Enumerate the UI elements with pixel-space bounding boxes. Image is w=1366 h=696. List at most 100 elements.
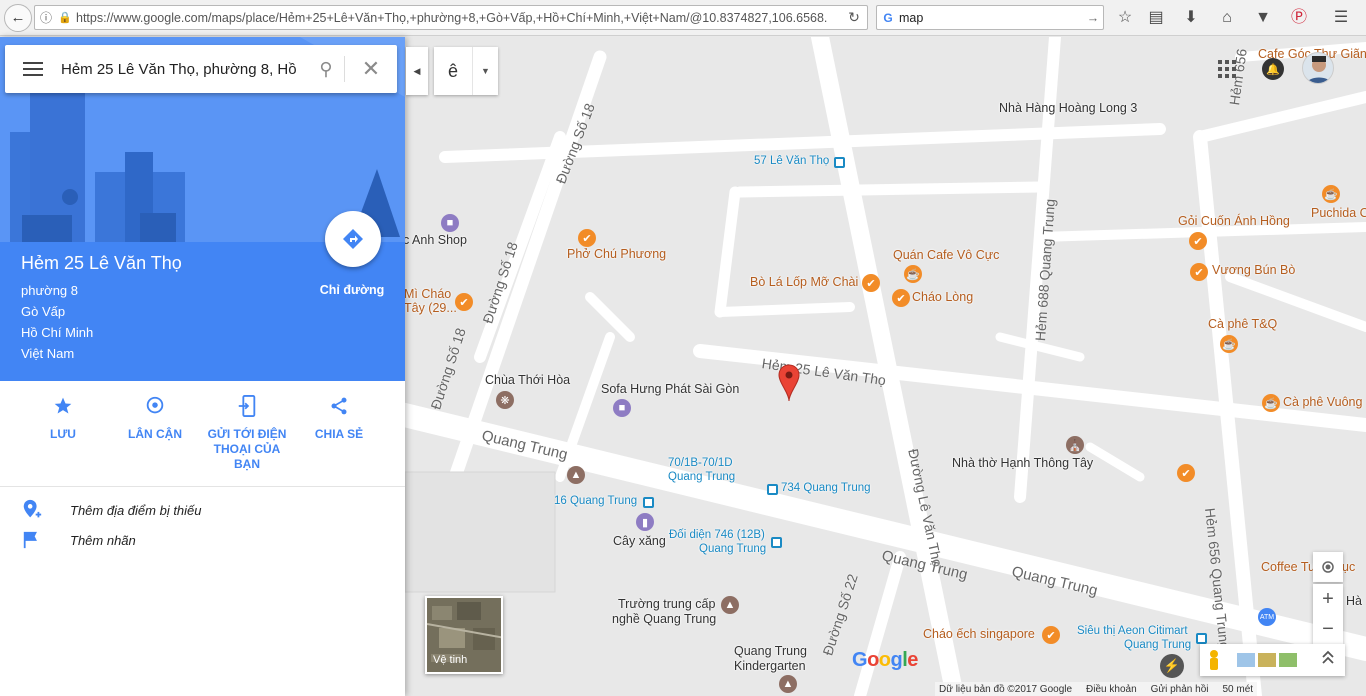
hamburger-menu-icon[interactable] bbox=[5, 45, 61, 93]
poi-label[interactable]: Kindergarten bbox=[734, 659, 806, 673]
add-label-row[interactable]: Thêm nhãn bbox=[0, 525, 405, 555]
terms-link[interactable]: Điều khoản bbox=[1086, 684, 1137, 695]
bus-stop-icon[interactable] bbox=[767, 484, 778, 495]
url-bar[interactable]: ⓘ 🔒 https://www.google.com/maps/place/Hẻ… bbox=[34, 5, 868, 30]
poi-label[interactable]: Phở Chú Phương bbox=[567, 247, 666, 261]
cafe-icon[interactable]: ☕ bbox=[1262, 394, 1280, 412]
poi-label[interactable]: Nhà thờ Hạnh Thông Tây bbox=[952, 456, 1093, 470]
poi-label[interactable]: c Anh Shop bbox=[403, 233, 467, 247]
poi-label[interactable]: Chùa Thới Hòa bbox=[485, 373, 570, 387]
share-button[interactable]: CHIA SẺ bbox=[294, 393, 384, 442]
restaurant-icon[interactable]: ☕ bbox=[1322, 185, 1340, 203]
poi-label[interactable]: Mì Cháo bbox=[404, 287, 451, 301]
directions-button[interactable] bbox=[325, 211, 381, 267]
place-pin-icon[interactable] bbox=[778, 364, 800, 402]
poi-label[interactable]: Cháo Lòng bbox=[912, 290, 973, 304]
pocket-icon[interactable]: ▼ bbox=[1253, 8, 1273, 28]
apps-grid-icon[interactable] bbox=[1218, 60, 1236, 78]
poi-label[interactable]: Puchida C bbox=[1311, 206, 1366, 220]
search-go-arrow-icon[interactable]: → bbox=[1083, 11, 1103, 25]
shopping-bag-icon[interactable]: ■ bbox=[441, 214, 459, 232]
poi-label[interactable]: 16 Quang Trung bbox=[554, 495, 637, 507]
bus-stop-icon[interactable] bbox=[1196, 633, 1207, 644]
restaurant-icon[interactable]: ✔ bbox=[1189, 232, 1207, 250]
gas-station-icon[interactable]: ▮ bbox=[636, 513, 654, 531]
poi-label[interactable]: Quang Trung bbox=[1124, 639, 1191, 651]
back-arrow-icon[interactable]: ← bbox=[4, 3, 32, 32]
search-icon[interactable]: ⚲ bbox=[308, 59, 344, 80]
restaurant-icon[interactable]: ✔ bbox=[892, 289, 910, 307]
reload-icon[interactable]: ↻ bbox=[841, 9, 867, 26]
pinterest-icon[interactable]: Ⓟ bbox=[1289, 8, 1309, 28]
poi-label[interactable]: Quang Trung bbox=[734, 644, 807, 658]
url-text[interactable]: https://www.google.com/maps/place/Hẻm+25… bbox=[76, 11, 841, 25]
nearby-button[interactable]: LÂN CẬN bbox=[110, 393, 200, 442]
poi-label[interactable]: 57 Lê Văn Thọ bbox=[754, 155, 829, 167]
school-icon[interactable]: ▲ bbox=[721, 596, 739, 614]
poi-label[interactable]: Quán Cafe Vô Cực bbox=[893, 248, 999, 262]
poi-label[interactable]: ục bbox=[1342, 560, 1355, 574]
collapse-panel-button[interactable]: ◀ bbox=[406, 47, 428, 95]
browser-menu-icon[interactable]: ☰ bbox=[1331, 8, 1351, 28]
poi-label[interactable]: Nhà Hàng Hoàng Long 3 bbox=[999, 101, 1137, 115]
download-icon[interactable]: ⬇ bbox=[1181, 8, 1201, 28]
notifications-bell-icon[interactable]: 🔔 bbox=[1262, 58, 1284, 80]
add-missing-place-row[interactable]: Thêm địa điểm bị thiếu bbox=[0, 495, 405, 525]
chevron-down-icon[interactable]: ▼ bbox=[472, 47, 498, 95]
avatar[interactable] bbox=[1302, 52, 1334, 84]
zoom-in-button[interactable]: + bbox=[1313, 584, 1343, 614]
atm-icon[interactable]: ATM bbox=[1258, 608, 1276, 626]
poi-label[interactable]: Cây xăng bbox=[613, 534, 666, 548]
lightning-icon[interactable]: ⚡ bbox=[1160, 654, 1184, 678]
home-icon[interactable]: ⌂ bbox=[1217, 8, 1237, 28]
maps-search-input[interactable]: Hẻm 25 Lê Văn Thọ, phường 8, Hồ bbox=[61, 61, 308, 78]
poi-label[interactable]: Đối diện 746 (12B) bbox=[669, 529, 765, 541]
restaurant-icon[interactable]: ✔ bbox=[1190, 263, 1208, 281]
poi-label[interactable]: Quang Trung bbox=[699, 543, 766, 555]
my-location-button[interactable] bbox=[1313, 552, 1343, 582]
poi-label[interactable]: Gỏi Cuốn Ánh Hồng bbox=[1178, 214, 1290, 228]
restaurant-icon[interactable]: ✔ bbox=[862, 274, 880, 292]
map-layers-strip[interactable] bbox=[1200, 644, 1345, 676]
send-to-phone-button[interactable]: GỬI TỚI ĐIỆN THOẠI CỦA BẠN bbox=[202, 393, 292, 472]
restaurant-icon[interactable]: ✔ bbox=[455, 293, 473, 311]
browser-search-query[interactable]: map bbox=[899, 11, 1083, 25]
poi-label[interactable]: nghề Quang Trung bbox=[612, 612, 716, 626]
bus-stop-icon[interactable] bbox=[834, 157, 845, 168]
restaurant-icon[interactable]: ✔ bbox=[1042, 626, 1060, 644]
poi-label[interactable]: Tây (29... bbox=[404, 301, 457, 315]
school-icon[interactable]: ▲ bbox=[779, 675, 797, 693]
bookmark-star-icon[interactable]: ☆ bbox=[1115, 8, 1135, 28]
zoom-out-button[interactable]: − bbox=[1313, 614, 1343, 644]
poi-label[interactable]: Bò Lá Lốp Mỡ Chài bbox=[750, 275, 858, 289]
poi-label[interactable]: Trường trung cấp bbox=[618, 597, 715, 611]
input-tools-button[interactable]: ê ▼ bbox=[434, 47, 498, 95]
poi-label[interactable]: Hà bbox=[1346, 594, 1362, 608]
shopping-bag-icon[interactable]: ■ bbox=[613, 399, 631, 417]
save-button[interactable]: LƯU bbox=[18, 393, 108, 442]
poi-label[interactable]: Cà phê Vuông bbox=[1283, 395, 1362, 409]
poi-label[interactable]: 734 Quang Trung bbox=[781, 482, 871, 494]
reading-list-icon[interactable]: ▤ bbox=[1146, 8, 1166, 28]
poi-label[interactable]: Quang Trung bbox=[668, 471, 735, 483]
poi-label[interactable]: 70/1B-70/1D bbox=[668, 457, 733, 469]
close-icon[interactable]: ✕ bbox=[345, 56, 397, 82]
poi-label[interactable]: Siêu thị Aeon Citimart bbox=[1077, 625, 1188, 637]
bus-stop-icon[interactable] bbox=[643, 497, 654, 508]
feedback-link[interactable]: Gửi phản hồi bbox=[1151, 684, 1209, 695]
cafe-icon[interactable]: ☕ bbox=[904, 265, 922, 283]
temple-icon[interactable]: ❋ bbox=[496, 391, 514, 409]
maps-search-bar[interactable]: Hẻm 25 Lê Văn Thọ, phường 8, Hồ ⚲ ✕ bbox=[5, 45, 397, 93]
restaurant-icon[interactable]: ✔ bbox=[578, 229, 596, 247]
church-icon[interactable]: ⛪ bbox=[1066, 436, 1084, 454]
satellite-toggle[interactable]: Vệ tinh bbox=[425, 596, 503, 674]
bus-stop-icon[interactable] bbox=[771, 537, 782, 548]
restaurant-icon[interactable]: ✔ bbox=[1177, 464, 1195, 482]
poi-label[interactable]: Cháo ếch singapore bbox=[923, 627, 1035, 641]
cafe-icon[interactable]: ☕ bbox=[1220, 335, 1238, 353]
poi-label[interactable]: Vương Bún Bò bbox=[1212, 263, 1295, 277]
school-icon[interactable]: ▲ bbox=[567, 466, 585, 484]
info-icon[interactable]: ⓘ bbox=[40, 9, 58, 26]
input-tools-char[interactable]: ê bbox=[434, 61, 472, 82]
poi-label[interactable]: Sofa Hưng Phát Sài Gòn bbox=[601, 382, 739, 396]
